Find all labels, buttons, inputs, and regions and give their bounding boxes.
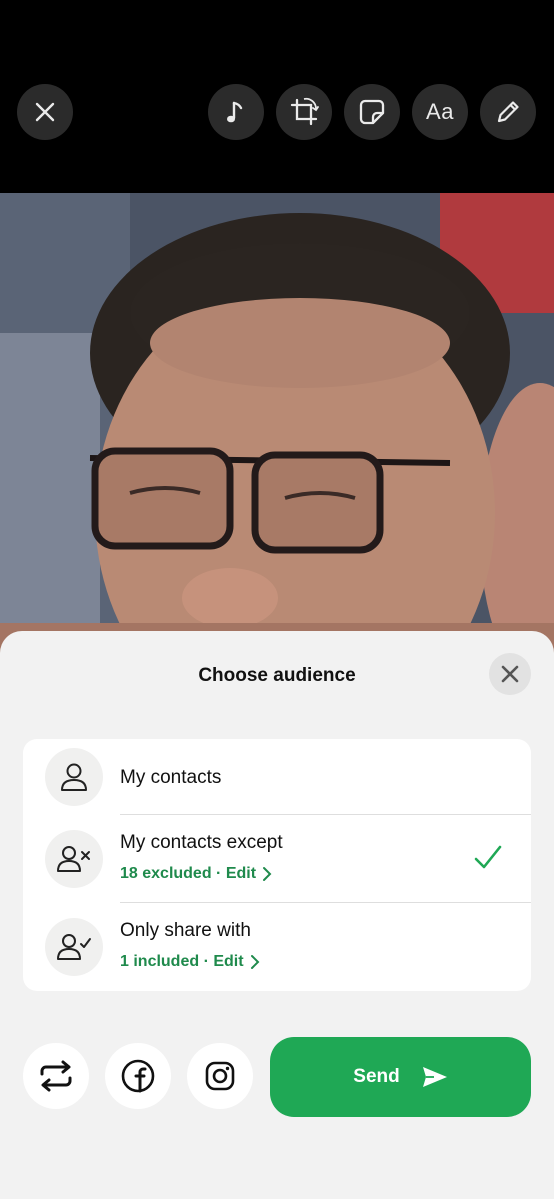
- sheet-close-button[interactable]: [489, 653, 531, 695]
- person-x-icon: [45, 830, 103, 888]
- draw-button[interactable]: [480, 84, 536, 140]
- pencil-icon: [497, 101, 519, 123]
- facebook-icon: [121, 1059, 155, 1093]
- facebook-share-button[interactable]: [105, 1043, 171, 1109]
- chevron-right-icon: [250, 955, 259, 969]
- send-arrow-icon: [422, 1067, 447, 1087]
- option-my-contacts-except[interactable]: My contacts except 18 excluded · Edit: [23, 815, 531, 903]
- close-icon: [501, 665, 519, 683]
- repost-icon: [40, 1060, 72, 1092]
- close-icon: [35, 102, 55, 122]
- send-button[interactable]: Send: [270, 1037, 531, 1117]
- option-my-contacts[interactable]: My contacts: [23, 739, 531, 815]
- option-sub-label: 18 excluded · Edit: [120, 865, 257, 882]
- person-check-icon: [45, 918, 103, 976]
- repost-button[interactable]: [23, 1043, 89, 1109]
- sheet-title: Choose audience: [198, 665, 356, 686]
- audience-sheet: Choose audience My contacts My contacts …: [0, 631, 554, 1199]
- crop-rotate-button[interactable]: [276, 84, 332, 140]
- option-edit-link[interactable]: 18 excluded · Edit: [120, 865, 272, 883]
- chevron-right-icon: [263, 867, 272, 881]
- checkmark-icon: [474, 845, 502, 869]
- status-photo: [0, 193, 554, 653]
- instagram-share-button[interactable]: [187, 1043, 253, 1109]
- person-icon: [45, 748, 103, 806]
- option-only-share-with[interactable]: Only share with 1 included · Edit: [23, 903, 531, 991]
- option-sub-label: 1 included · Edit: [120, 953, 244, 970]
- text-icon: Aa: [426, 99, 454, 124]
- audience-options-card: My contacts My contacts except 18 exclud…: [23, 739, 531, 991]
- crop-rotate-icon: [290, 97, 319, 126]
- close-button[interactable]: [17, 84, 73, 140]
- option-edit-link[interactable]: 1 included · Edit: [120, 953, 260, 971]
- option-label: My contacts except: [120, 832, 283, 853]
- music-button[interactable]: [208, 84, 264, 140]
- option-label: Only share with: [120, 920, 251, 941]
- sticker-icon: [359, 99, 385, 125]
- sticker-button[interactable]: [344, 84, 400, 140]
- option-label: My contacts: [120, 767, 222, 788]
- instagram-icon: [205, 1061, 235, 1091]
- music-note-icon: [227, 101, 243, 123]
- text-button[interactable]: Aa: [412, 84, 468, 140]
- send-label: Send: [353, 1066, 400, 1087]
- editor-toolbar: Aa: [0, 0, 554, 193]
